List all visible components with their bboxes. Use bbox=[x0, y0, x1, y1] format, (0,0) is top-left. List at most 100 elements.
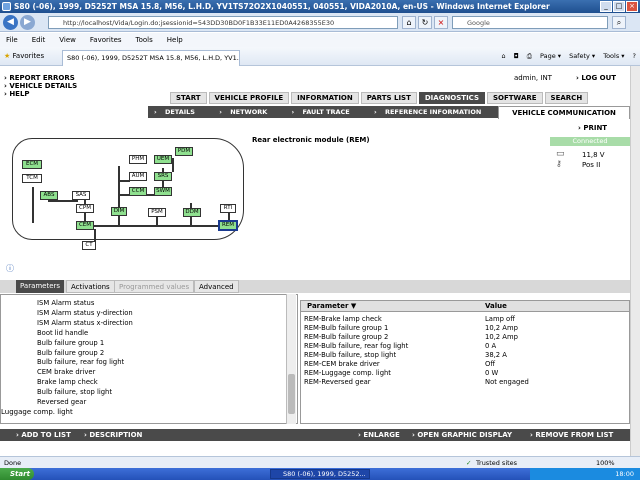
browser-tab[interactable]: S80 (-06), 1999, D5252T MSA 15.8, M56, L… bbox=[62, 50, 240, 66]
menu-tools[interactable]: Tools bbox=[136, 36, 153, 44]
forward-button[interactable]: ▶ bbox=[20, 15, 35, 30]
menu-help[interactable]: Help bbox=[167, 36, 183, 44]
list-item[interactable]: Bulb failure group 2 bbox=[1, 349, 297, 359]
compat-button[interactable]: ⌂ bbox=[402, 16, 416, 29]
help-icon[interactable]: ? bbox=[633, 52, 636, 60]
node-psm[interactable]: PSM bbox=[148, 208, 166, 217]
tab-software[interactable]: SOFTWARE bbox=[487, 92, 543, 104]
node-dim[interactable]: DIM bbox=[111, 207, 127, 216]
list-item-selected[interactable]: Luggage comp. light bbox=[1, 408, 73, 416]
subtab-details[interactable]: › DETAILS bbox=[154, 108, 203, 116]
print-icon[interactable]: ⎙ bbox=[527, 52, 532, 60]
logout-link[interactable]: › LOG OUT bbox=[576, 74, 616, 82]
node-uem[interactable]: UEM bbox=[154, 155, 172, 164]
subtab-fault-trace[interactable]: › FAULT TRACE bbox=[292, 108, 358, 116]
home-icon[interactable]: ⌂ bbox=[502, 52, 506, 60]
subtab-reference-information[interactable]: › REFERENCE INFORMATION bbox=[374, 108, 489, 116]
subtab-network[interactable]: › NETWORK bbox=[219, 108, 275, 116]
table-row[interactable]: REM-Bulb failure, rear fog light 0 A bbox=[301, 342, 629, 351]
table-row[interactable]: REM-Bulb failure, stop light 38,2 A bbox=[301, 351, 629, 360]
tab-activations[interactable]: Activations bbox=[66, 280, 115, 293]
node-phm[interactable]: PHM bbox=[129, 155, 147, 164]
node-tcm[interactable]: TCM bbox=[22, 174, 42, 183]
stop-button[interactable]: × bbox=[434, 16, 448, 29]
url-input[interactable]: http://localhost/Vida/Login.do;jsessioni… bbox=[48, 16, 398, 29]
menu-view[interactable]: View bbox=[59, 36, 76, 44]
node-ccm[interactable]: CCM bbox=[129, 187, 147, 196]
tab-start[interactable]: START bbox=[170, 92, 207, 104]
help-link[interactable]: › HELP bbox=[4, 90, 77, 98]
list-item[interactable]: ISM Alarm status x-direction bbox=[1, 319, 297, 329]
maximize-button[interactable]: □ bbox=[613, 1, 625, 12]
tab-parameters[interactable]: Parameters bbox=[16, 280, 65, 293]
search-input[interactable]: Google bbox=[452, 16, 608, 29]
table-row[interactable]: REM-Bulb failure group 2 10,2 Amp bbox=[301, 333, 629, 342]
node-swm[interactable]: SWM bbox=[154, 187, 172, 196]
list-item[interactable]: Reversed gear bbox=[1, 398, 297, 408]
report-errors-link[interactable]: › REPORT ERRORS bbox=[4, 74, 77, 82]
table-row[interactable]: REM-Brake lamp check Lamp off bbox=[301, 315, 629, 324]
node-srs[interactable]: SRS bbox=[154, 172, 172, 181]
page-scrollbar[interactable] bbox=[630, 66, 640, 456]
node-sas[interactable]: SAS bbox=[72, 191, 90, 200]
table-row[interactable]: REM-CEM brake driver Off bbox=[301, 360, 629, 369]
list-item[interactable]: Bulb failure, rear fog light bbox=[1, 358, 297, 368]
list-item[interactable]: CEM brake driver bbox=[1, 368, 297, 378]
favorites-button[interactable]: Favorites bbox=[13, 52, 45, 60]
node-cem[interactable]: CEM bbox=[76, 221, 94, 230]
menu-edit[interactable]: Edit bbox=[32, 36, 46, 44]
page-menu[interactable]: Page ▾ bbox=[540, 52, 561, 60]
back-button[interactable]: ◀ bbox=[3, 15, 18, 30]
refresh-button[interactable]: ↻ bbox=[418, 16, 432, 29]
node-ddm[interactable]: DDM bbox=[183, 208, 201, 217]
tab-parts-list[interactable]: PARTS LIST bbox=[360, 92, 417, 104]
node-rem[interactable]: REM bbox=[218, 220, 238, 231]
table-row[interactable]: REM-Luggage comp. light 0 W bbox=[301, 369, 629, 378]
remove-from-list-button[interactable]: › REMOVE FROM LIST bbox=[530, 429, 613, 441]
description-button[interactable]: › DESCRIPTION bbox=[84, 429, 142, 441]
tab-diagnostics[interactable]: DIAGNOSTICS bbox=[418, 92, 485, 104]
minimize-button[interactable]: _ bbox=[600, 1, 612, 12]
safety-menu[interactable]: Safety ▾ bbox=[569, 52, 595, 60]
window-controls: _ □ × bbox=[600, 1, 638, 12]
list-scroll-thumb[interactable] bbox=[288, 374, 295, 414]
node-ct[interactable]: CT bbox=[82, 241, 96, 250]
tools-menu[interactable]: Tools ▾ bbox=[603, 52, 624, 60]
table-row[interactable]: REM-Reversed gear Not engaged bbox=[301, 378, 629, 387]
open-graphic-display-button[interactable]: › OPEN GRAPHIC DISPLAY bbox=[412, 429, 512, 441]
node-abs[interactable]: ABS bbox=[40, 191, 58, 200]
table-row[interactable]: REM-Bulb failure group 1 10,2 Amp bbox=[301, 324, 629, 333]
list-item[interactable]: Bulb failure group 1 bbox=[1, 339, 297, 349]
feeds-icon[interactable]: ◘ bbox=[514, 52, 519, 60]
add-to-list-button[interactable]: › ADD TO LIST bbox=[16, 429, 71, 441]
list-item[interactable]: ISM Alarm status y-direction bbox=[1, 309, 297, 319]
close-button[interactable]: × bbox=[626, 1, 638, 12]
info-icon[interactable]: ⓘ bbox=[6, 263, 14, 274]
node-pdm[interactable]: PDM bbox=[175, 147, 193, 156]
node-rti[interactable]: RTI bbox=[220, 204, 236, 213]
menu-favorites[interactable]: Favorites bbox=[90, 36, 122, 44]
list-item[interactable]: ISM Alarm status bbox=[1, 299, 297, 309]
vehicle-details-link[interactable]: › VEHICLE DETAILS bbox=[4, 82, 77, 90]
node-cpm[interactable]: CPM bbox=[76, 204, 94, 213]
tab-vehicle-profile[interactable]: VEHICLE PROFILE bbox=[208, 92, 290, 104]
node-ecm[interactable]: ECM bbox=[22, 160, 42, 169]
node-aum[interactable]: AUM bbox=[129, 172, 147, 181]
taskbar-item-ie[interactable]: S80 (-06), 1999, D5252... bbox=[270, 469, 370, 479]
start-button[interactable]: Start bbox=[0, 468, 34, 480]
print-link[interactable]: › PRINT bbox=[578, 124, 607, 132]
tab-search[interactable]: SEARCH bbox=[544, 92, 589, 104]
column-value[interactable]: Value bbox=[485, 301, 507, 312]
column-parameter[interactable]: Parameter ▼ bbox=[307, 301, 356, 312]
enlarge-button[interactable]: › ENLARGE bbox=[358, 429, 400, 441]
subtab-vehicle-communication[interactable]: VEHICLE COMMUNICATION bbox=[498, 106, 630, 119]
tab-advanced[interactable]: Advanced bbox=[194, 280, 239, 293]
list-scrollbar[interactable] bbox=[286, 294, 296, 424]
list-item[interactable]: Boot lid handle bbox=[1, 329, 297, 339]
clock: 18:00 bbox=[615, 470, 634, 478]
search-icon[interactable]: ⌕ bbox=[612, 16, 626, 29]
list-item[interactable]: Brake lamp check bbox=[1, 378, 297, 388]
list-item[interactable]: Bulb failure, stop light bbox=[1, 388, 297, 398]
menu-file[interactable]: File bbox=[6, 36, 18, 44]
tab-information[interactable]: INFORMATION bbox=[291, 92, 359, 104]
